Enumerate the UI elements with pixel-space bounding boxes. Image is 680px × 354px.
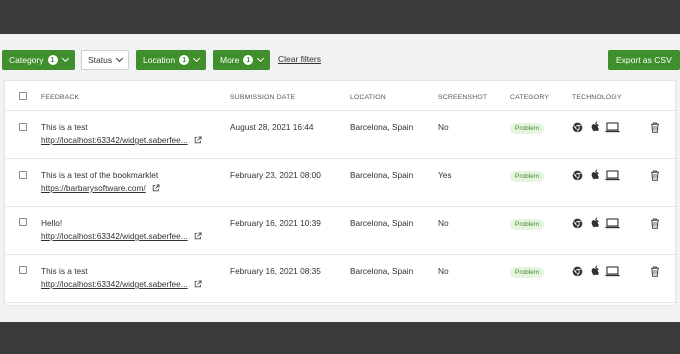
feedback-text: This is a test bbox=[41, 122, 88, 132]
category-badge: Problem bbox=[510, 171, 545, 182]
header-feedback: FEEDBACK bbox=[41, 94, 80, 101]
row-checkbox[interactable] bbox=[19, 123, 27, 131]
apple-icon bbox=[591, 265, 599, 276]
location-filter-button[interactable]: Location 1 bbox=[136, 50, 207, 70]
chrome-icon bbox=[572, 266, 583, 277]
external-link-icon[interactable] bbox=[194, 232, 202, 240]
export-csv-button[interactable]: Export as CSV bbox=[608, 50, 680, 70]
category-filter-label: Category bbox=[9, 55, 44, 65]
header-screenshot: SCREENSHOT bbox=[438, 94, 488, 101]
header-category: CATEGORY bbox=[510, 94, 550, 101]
table-row[interactable]: This is a test http://localhost:63342/wi… bbox=[5, 111, 677, 159]
feedback-text: This is a test bbox=[41, 266, 88, 276]
filter-toolbar: Category 1 Status Location 1 More 1 Clea… bbox=[0, 50, 680, 70]
category-badge: Problem bbox=[510, 267, 545, 278]
more-filter-button[interactable]: More 1 bbox=[213, 50, 271, 70]
top-dark-bar bbox=[0, 0, 680, 34]
trash-icon[interactable] bbox=[650, 218, 660, 229]
feedback-url-row: http://localhost:63342/widget.saberfee..… bbox=[41, 135, 202, 145]
screenshot-value: No bbox=[438, 218, 449, 228]
header-location: LOCATION bbox=[350, 94, 386, 101]
chevron-down-icon bbox=[61, 54, 69, 63]
laptop-icon bbox=[605, 266, 620, 277]
status-filter-button[interactable]: Status bbox=[81, 50, 130, 70]
row-checkbox[interactable] bbox=[19, 266, 27, 274]
chevron-down-icon bbox=[116, 54, 124, 63]
screenshot-value: No bbox=[438, 266, 449, 276]
feedback-url-link[interactable]: http://localhost:63342/widget.saberfee..… bbox=[41, 135, 188, 145]
category-badge: Problem bbox=[510, 123, 545, 134]
location-value: Barcelona, Spain bbox=[350, 170, 414, 180]
apple-icon bbox=[591, 121, 599, 132]
feedback-url-link[interactable]: https://barbarysoftware.com/ bbox=[41, 183, 146, 193]
category-filter-button[interactable]: Category 1 bbox=[2, 50, 75, 70]
feedback-text: Hello! bbox=[41, 218, 63, 228]
table-row[interactable]: This is a test of the bookmarklet https:… bbox=[5, 159, 677, 207]
header-submission-date: SUBMISSION DATE bbox=[230, 94, 296, 101]
feedback-url-row: http://localhost:63342/widget.saberfee..… bbox=[41, 231, 202, 241]
submission-date: August 28, 2021 16:44 bbox=[230, 122, 314, 132]
header-technology: TECHNOLOGY bbox=[572, 94, 622, 101]
laptop-icon bbox=[605, 170, 620, 181]
table-header: FEEDBACK SUBMISSION DATE LOCATION SCREEN… bbox=[5, 81, 677, 111]
table-row[interactable]: This is a test http://localhost:63342/wi… bbox=[5, 255, 677, 303]
category-badge: Problem bbox=[510, 219, 545, 230]
feedback-url-row: http://localhost:63342/widget.saberfee..… bbox=[41, 279, 202, 289]
location-value: Barcelona, Spain bbox=[350, 122, 414, 132]
location-filter-label: Location bbox=[143, 55, 176, 65]
laptop-icon bbox=[605, 122, 620, 133]
location-filter-count: 1 bbox=[179, 55, 190, 65]
external-link-icon[interactable] bbox=[194, 136, 202, 144]
feedback-url-row: https://barbarysoftware.com/ bbox=[41, 183, 160, 193]
table-row[interactable]: Hello! http://localhost:63342/widget.sab… bbox=[5, 207, 677, 255]
chrome-icon bbox=[572, 218, 583, 229]
submission-date: February 16, 2021 10:39 bbox=[230, 218, 321, 228]
bottom-dark-bar bbox=[0, 322, 680, 354]
status-filter-label: Status bbox=[88, 55, 113, 65]
select-all-checkbox[interactable] bbox=[19, 92, 27, 100]
laptop-icon bbox=[605, 218, 620, 229]
row-checkbox[interactable] bbox=[19, 218, 27, 226]
trash-icon[interactable] bbox=[650, 122, 660, 133]
trash-icon[interactable] bbox=[650, 266, 660, 277]
more-filter-label: More bbox=[220, 55, 240, 65]
row-checkbox[interactable] bbox=[19, 171, 27, 179]
apple-icon bbox=[591, 217, 599, 228]
category-filter-count: 1 bbox=[47, 55, 58, 65]
feedback-table: FEEDBACK SUBMISSION DATE LOCATION SCREEN… bbox=[4, 80, 677, 306]
submission-date: February 23, 2021 08:00 bbox=[230, 170, 321, 180]
main-content: Category 1 Status Location 1 More 1 Clea… bbox=[0, 34, 680, 322]
chevron-down-icon bbox=[193, 54, 201, 63]
clear-filters-link[interactable]: Clear filters bbox=[278, 54, 321, 64]
external-link-icon[interactable] bbox=[152, 184, 160, 192]
location-value: Barcelona, Spain bbox=[350, 218, 414, 228]
trash-icon[interactable] bbox=[650, 170, 660, 181]
external-link-icon[interactable] bbox=[194, 280, 202, 288]
feedback-text: This is a test of the bookmarklet bbox=[41, 170, 159, 180]
more-filter-count: 1 bbox=[243, 55, 254, 65]
feedback-url-link[interactable]: http://localhost:63342/widget.saberfee..… bbox=[41, 231, 188, 241]
screenshot-value: No bbox=[438, 122, 449, 132]
submission-date: February 16, 2021 08:35 bbox=[230, 266, 321, 276]
apple-icon bbox=[591, 169, 599, 180]
chrome-icon bbox=[572, 170, 583, 181]
screenshot-value: Yes bbox=[438, 170, 452, 180]
feedback-url-link[interactable]: http://localhost:63342/widget.saberfee..… bbox=[41, 279, 188, 289]
location-value: Barcelona, Spain bbox=[350, 266, 414, 276]
chrome-icon bbox=[572, 122, 583, 133]
chevron-down-icon bbox=[257, 54, 265, 63]
